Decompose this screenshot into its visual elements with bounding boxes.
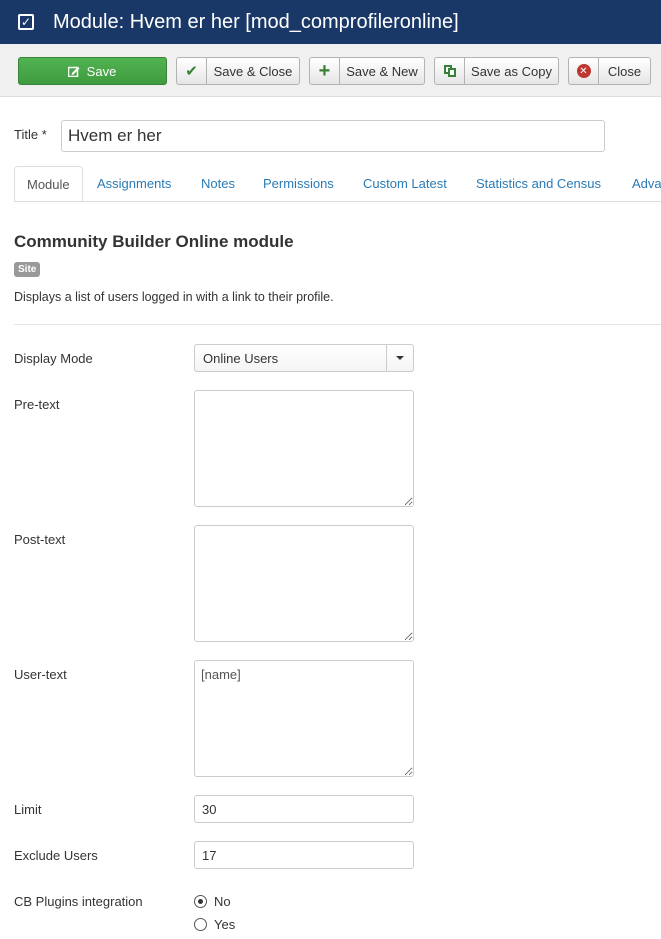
limit-label: Limit: [14, 802, 42, 817]
save-label: Save: [86, 63, 117, 79]
pretext-textarea[interactable]: [194, 390, 414, 507]
tab-advanced[interactable]: Adva: [620, 166, 661, 201]
site-badge: Site: [14, 262, 41, 277]
exclude-users-input[interactable]: [194, 841, 414, 869]
close-icon: ✕: [569, 58, 599, 84]
module-title: Community Builder Online module: [14, 232, 294, 251]
tab-notes[interactable]: Notes: [189, 166, 247, 201]
tab-assignments[interactable]: Assignments: [85, 166, 183, 201]
save-copy-button[interactable]: Save as Copy: [434, 57, 559, 85]
display-mode-value: Online Users: [203, 351, 279, 366]
close-button[interactable]: ✕ Close: [568, 57, 651, 85]
exclude-users-label: Exclude Users: [14, 848, 98, 863]
plus-icon: +: [310, 58, 340, 84]
check-icon: ✔: [177, 58, 207, 84]
pretext-label: Pre-text: [14, 397, 60, 412]
caret-down-icon: [386, 345, 413, 371]
tab-custom-latest[interactable]: Custom Latest: [351, 166, 459, 201]
toolbar: Save ✔ Save & Close + Save & New Save as…: [0, 44, 661, 97]
save-button[interactable]: Save: [18, 57, 167, 85]
radio-selected-icon: [194, 895, 207, 908]
cb-plugins-radio-no[interactable]: No: [194, 894, 231, 909]
copy-icon: [435, 58, 465, 84]
divider: [14, 324, 661, 325]
page-header: ✓ Module: Hvem er her [mod_comprofileron…: [0, 0, 661, 44]
page-title: Module: Hvem er her [mod_comprofileronli…: [53, 10, 459, 33]
title-row: Title *: [14, 120, 605, 152]
display-mode-select[interactable]: Online Users: [194, 344, 414, 372]
radio-no-label: No: [214, 894, 231, 909]
save-new-button[interactable]: + Save & New: [309, 57, 425, 85]
edit-icon: [65, 58, 83, 84]
radio-yes-label: Yes: [214, 917, 236, 932]
save-close-label: Save & Close: [213, 63, 293, 79]
posttext-textarea[interactable]: [194, 525, 414, 642]
usertext-textarea[interactable]: [name]: [194, 660, 414, 777]
tab-bar: Module Assignments Notes Permissions Cus…: [14, 166, 661, 202]
tab-statistics-census[interactable]: Statistics and Census: [464, 166, 613, 201]
tab-module[interactable]: Module: [14, 166, 83, 201]
save-copy-label: Save as Copy: [471, 63, 552, 79]
usertext-label: User-text: [14, 667, 67, 682]
display-mode-label: Display Mode: [14, 351, 93, 366]
posttext-label: Post-text: [14, 532, 66, 547]
save-new-label: Save & New: [346, 63, 418, 79]
close-label: Close: [607, 63, 642, 79]
module-description: Displays a list of users logged in with …: [14, 290, 334, 304]
checkbox-icon: ✓: [18, 14, 34, 30]
tab-permissions[interactable]: Permissions: [251, 166, 346, 201]
title-label: Title *: [14, 127, 47, 142]
cb-plugins-radio-yes[interactable]: Yes: [194, 917, 235, 932]
title-input[interactable]: [61, 120, 605, 152]
save-close-button[interactable]: ✔ Save & Close: [176, 57, 300, 85]
radio-unselected-icon: [194, 918, 207, 931]
cb-plugins-label: CB Plugins integration: [14, 894, 143, 909]
limit-input[interactable]: [194, 795, 414, 823]
